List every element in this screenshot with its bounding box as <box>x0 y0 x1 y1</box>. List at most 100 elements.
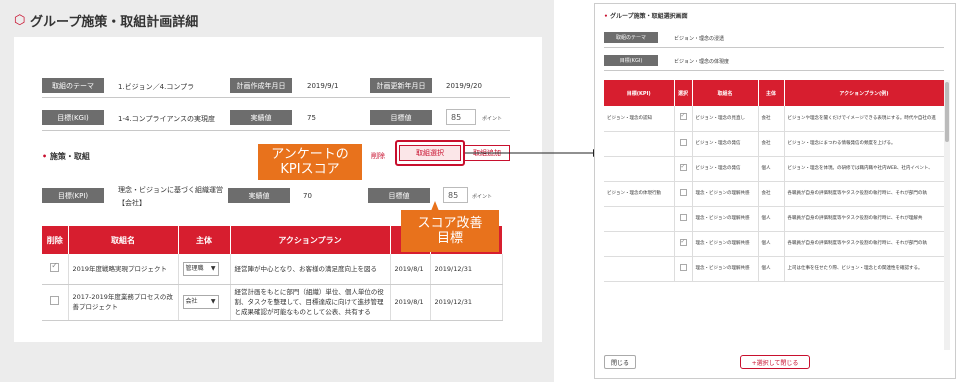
divider <box>604 47 944 48</box>
select-checkbox[interactable] <box>679 138 687 146</box>
select-checkbox[interactable] <box>679 263 687 271</box>
r-col-name: 取組名 <box>692 80 759 106</box>
r-name: 理念・ビジョンの理解共感 <box>692 206 759 232</box>
r-name: 理念・ビジョンの理解共感 <box>692 231 759 257</box>
select-checkbox[interactable] <box>679 213 687 221</box>
actual-label: 実績値 <box>230 110 292 125</box>
section-title: • 施策・取組 <box>42 151 90 162</box>
col-plan: アクションプラン <box>230 226 391 254</box>
r-col-select: 選択 <box>674 80 693 106</box>
section-title-text: 施策・取組 <box>49 152 90 161</box>
right-title-text: グループ施策・取組選択画面 <box>609 13 688 20</box>
created-value: 2019/9/1 <box>307 82 339 90</box>
r-kpi <box>604 131 675 157</box>
col-delete: 削除 <box>42 226 69 254</box>
bullet-icon: • <box>42 152 50 161</box>
cell-start: 2019/8/1 <box>390 284 431 321</box>
r-theme-label: 取組のテーマ <box>604 32 658 43</box>
chevron-down-icon: ▼ <box>210 264 216 272</box>
col-actor: 主体 <box>178 226 231 254</box>
select-checkbox[interactable] <box>679 112 687 121</box>
r-name: 理念・ビジョンの理解共感 <box>692 181 759 207</box>
table-row: 理念・ビジョンの理解共感個人各職員が自身の評価制度等やタスク役割の執行時に、それ… <box>604 231 945 257</box>
kgi-value: 1-4.コンプライアンスの実現度 <box>118 115 216 123</box>
select-button[interactable]: 取組選択 <box>399 145 461 161</box>
actor-select[interactable]: 会社 ▼ <box>182 295 219 309</box>
r-kpi <box>604 206 675 232</box>
r-kpi <box>604 156 675 182</box>
arrow-icon <box>465 149 600 157</box>
table-row: ビジョン・理念の認知ビジョン・理念の見直し会社ビジョンや理念を聞くだけでイメージ… <box>604 106 945 132</box>
divider <box>42 97 510 98</box>
table-row: ビジョン・理念の発信個人ビジョン・理念を体現。の研修では職内職や社内WEB、社内… <box>604 156 945 182</box>
table-row: 理念・ビジョンの理解共感個人各職員が自身の評価制度等やタスク役割の執行時に、それ… <box>604 206 945 232</box>
hexagon-icon: ⬡ <box>14 13 26 28</box>
delete-checkbox[interactable] <box>50 261 60 272</box>
r-name: ビジョン・理念の発信 <box>692 131 759 157</box>
kpi-actual-value: 70 <box>303 192 312 200</box>
kpi-label: 目標(KPI) <box>42 188 104 203</box>
r-kpi <box>604 231 675 257</box>
kpi-value: 理念・ビジョンに基づく組織運営 【会社】 <box>118 185 223 208</box>
select-checkbox[interactable] <box>679 238 687 246</box>
cell-end: 2019/12/31 <box>430 254 503 285</box>
r-name: ビジョン・理念の発信 <box>692 156 759 182</box>
r-theme-value: ビジョン・理念の浸透 <box>674 36 725 42</box>
delete-link[interactable]: 削除 <box>371 151 385 161</box>
created-label: 計画作成年月日 <box>230 78 292 93</box>
kpi-target-input[interactable]: 85 <box>443 187 468 203</box>
r-plan: 各職員が自身の評価制度等やタスク役割の執行時に、それが理解共 <box>784 206 945 232</box>
r-actor: 会社 <box>758 181 785 207</box>
kpi-target-label: 目標値 <box>368 188 430 203</box>
select-and-close-button[interactable]: +選択して閉じる <box>740 355 810 369</box>
r-col-kpi: 目標(KPI) <box>604 80 675 106</box>
r-actor: 個人 <box>758 231 785 257</box>
table-row: ビジョン・理念の体現行動 理念・ビジョンの理解共感 会社 各職員が自身の評価制度等やタ… <box>604 181 945 207</box>
table-row: 理念・ビジョンの理解共感 個人 上司は仕事を任せたり際、ビジョン・理念との関連性を確… <box>604 256 945 282</box>
r-plan: ビジョンや理念を聞くだけでイメージできる表現にする。時代や自社の進 <box>784 106 945 132</box>
r-col-plan: アクションプラン(例) <box>784 80 945 106</box>
theme-label: 取組のテーマ <box>42 78 104 93</box>
cell-end: 2019/12/31 <box>430 284 503 321</box>
delete-checkbox[interactable] <box>50 296 60 305</box>
kpi-point-unit: ポイント <box>472 194 493 200</box>
target-input[interactable]: 85 <box>446 109 476 125</box>
r-plan: ビジョン・理念を体現。の研修では職内職や社内WEB、社内イベント、 <box>784 156 945 182</box>
actor-value: 管理職 <box>185 264 204 272</box>
table-row: 2019年度戦略実現プロジェクト 管理職 ▼ 経営陣が中心となり、お客様の満足度向… <box>42 254 503 285</box>
r-actor: 個人 <box>758 156 785 182</box>
chevron-down-icon: ▼ <box>210 298 216 305</box>
actor-value: 会社 <box>185 298 198 305</box>
cell-name: 2017-2019年度業務プロセスの改善プロジェクト <box>68 284 179 321</box>
r-actor: 個人 <box>758 256 785 282</box>
r-actor: 個人 <box>758 206 785 232</box>
actor-select[interactable]: 管理職 ▼ <box>182 261 219 276</box>
r-kpi: ビジョン・理念の体現行動 <box>604 181 675 207</box>
r-actor: 会社 <box>758 131 785 157</box>
kgi-label: 目標(KGI) <box>42 110 104 125</box>
select-checkbox[interactable] <box>679 188 687 196</box>
actual-value: 75 <box>307 114 316 122</box>
r-plan: ビジョン・理念にまつわる情報発信の頻度を上げる。 <box>784 131 945 157</box>
r-actor: 会社 <box>758 106 785 132</box>
r-name: ビジョン・理念の見直し <box>692 106 759 132</box>
callout-line: 目標 <box>436 231 463 246</box>
r-name: 理念・ビジョンの理解共感 <box>692 256 759 282</box>
col-name: 取組名 <box>68 226 179 254</box>
r-goal-value: ビジョン・理念の体現度 <box>674 59 730 65</box>
scrollbar-thumb[interactable] <box>945 82 949 142</box>
close-button[interactable]: 閉じる <box>604 355 636 369</box>
r-plan: 各職員が自身の評価制度等やタスク役割の執行時に、それが部門の執 <box>784 181 945 207</box>
r-plan: 各職員が自身の評価制度等やタスク役割の執行時に、それが部門の執 <box>784 231 945 257</box>
callout-line: アンケートの <box>271 147 349 162</box>
select-checkbox[interactable] <box>679 163 687 171</box>
page-title: グループ施策・取組計画詳細 <box>30 15 199 30</box>
callout-line: KPIスコア <box>280 162 340 177</box>
divider <box>42 130 510 131</box>
r-kpi <box>604 256 675 282</box>
cell-plan: 経営陣が中心となり、お客様の満足度向上を図る <box>230 254 391 285</box>
table-row: 2017-2019年度業務プロセスの改善プロジェクト 会社 ▼ 経営計画をもとに部… <box>42 284 503 321</box>
kpi-actual-label: 実績値 <box>228 188 290 203</box>
target-label: 目標値 <box>370 110 432 125</box>
cell-name: 2019年度戦略実現プロジェクト <box>68 254 179 285</box>
